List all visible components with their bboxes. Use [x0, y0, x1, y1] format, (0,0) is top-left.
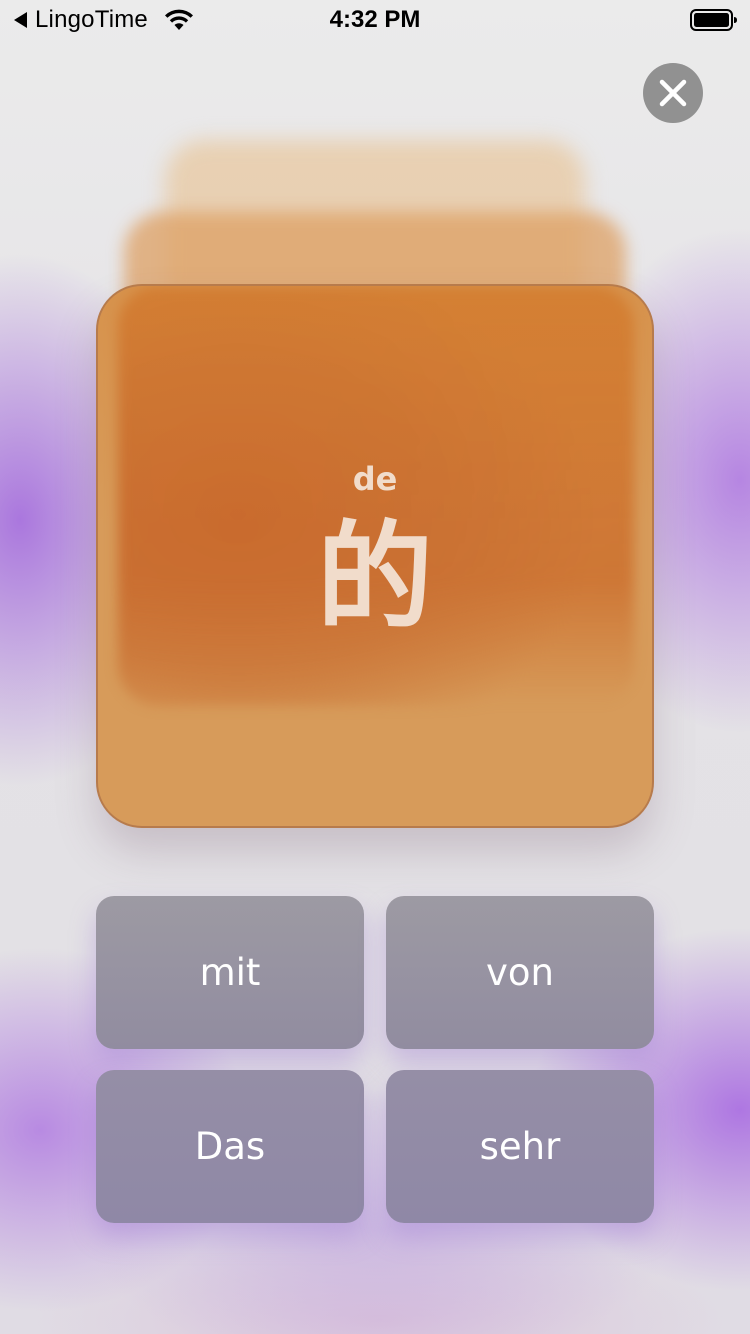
flashcard[interactable]: de 的 [96, 284, 654, 828]
answer-button-1[interactable]: mit [96, 896, 364, 1049]
status-time: 4:32 PM [329, 6, 421, 33]
close-button[interactable] [643, 63, 703, 123]
pinyin-label: de [352, 460, 398, 498]
answer-label: Das [194, 1125, 266, 1168]
answer-button-4[interactable]: sehr [386, 1070, 654, 1223]
answer-button-3[interactable]: Das [96, 1070, 364, 1223]
answer-label: von [486, 951, 554, 994]
close-icon [659, 79, 687, 107]
answer-label: sehr [479, 1125, 561, 1168]
hanzi-character: 的 [317, 510, 433, 645]
answer-label: mit [199, 951, 261, 994]
status-bar: LingoTime 4:32 PM [0, 0, 750, 40]
battery-icon [690, 9, 737, 31]
answer-button-2[interactable]: von [386, 896, 654, 1049]
